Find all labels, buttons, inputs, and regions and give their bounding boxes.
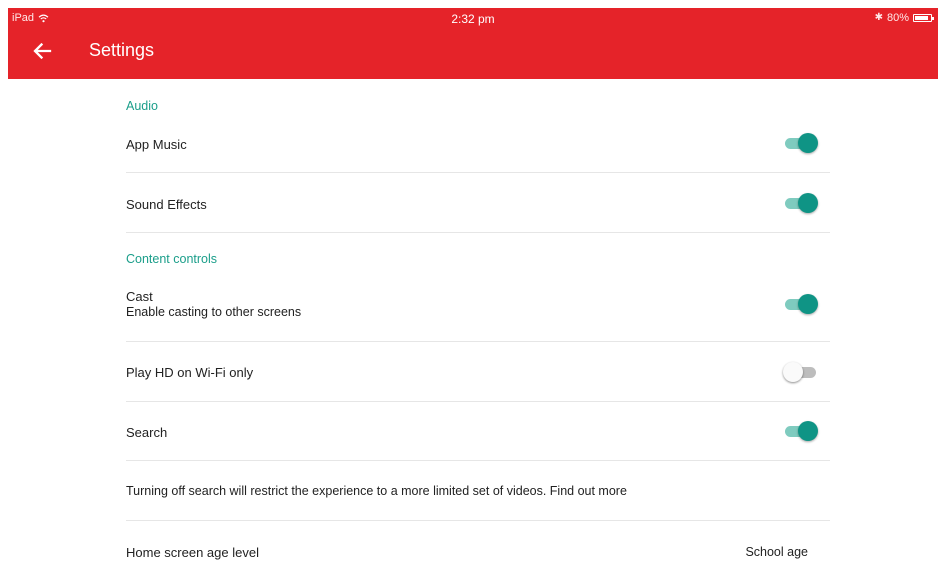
search-label: Search	[126, 425, 168, 440]
bluetooth-icon: ✱	[874, 12, 883, 23]
play-hd-toggle[interactable]	[783, 362, 818, 382]
sound-effects-toggle[interactable]	[784, 193, 818, 213]
battery-icon	[913, 14, 934, 22]
search-info-row: Turning off search will restrict the exp…	[126, 461, 830, 521]
setting-row-app-music[interactable]: App Music	[126, 113, 830, 173]
section-header-audio: Audio	[126, 99, 158, 113]
app-music-label: App Music	[126, 137, 187, 152]
battery-percent: 80%	[886, 12, 909, 24]
app-bar: iPad 2:32 pm ✱ 80% Settings	[8, 8, 938, 79]
section-header-content-controls: Content controls	[126, 252, 218, 266]
back-arrow-icon[interactable]	[30, 39, 54, 63]
toggle-thumb	[798, 133, 818, 153]
cast-label: Cast	[126, 289, 153, 304]
age-level-value[interactable]: School age	[745, 545, 808, 559]
status-right: ✱ 80%	[874, 12, 934, 24]
sound-effects-label: Sound Effects	[126, 197, 207, 212]
age-level-label: Home screen age level	[126, 545, 259, 560]
cast-toggle[interactable]	[784, 294, 818, 314]
cast-subtitle: Enable casting to other screens	[126, 305, 302, 319]
play-hd-label: Play HD on Wi-Fi only	[126, 365, 254, 380]
toggle-thumb	[783, 362, 803, 382]
setting-row-sound-effects[interactable]: Sound Effects	[126, 173, 830, 233]
toggle-thumb	[798, 193, 818, 213]
setting-row-search[interactable]: Search	[126, 402, 830, 461]
toggle-thumb	[798, 421, 818, 441]
app-music-toggle[interactable]	[784, 133, 818, 153]
setting-row-cast[interactable]: Cast Enable casting to other screens	[126, 279, 830, 342]
status-time: 2:32 pm	[451, 12, 495, 26]
search-info-text[interactable]: Turning off search will restrict the exp…	[126, 484, 627, 498]
setting-row-play-hd[interactable]: Play HD on Wi-Fi only	[126, 342, 830, 402]
page-title: Settings	[89, 40, 155, 60]
settings-screen: iPad 2:32 pm ✱ 80% Settings Audio App Mu…	[0, 0, 939, 579]
status-bar: iPad 2:32 pm ✱ 80%	[8, 8, 938, 30]
toggle-thumb	[798, 294, 818, 314]
setting-row-age-level[interactable]: Home screen age level School age	[126, 521, 830, 579]
search-toggle[interactable]	[784, 421, 818, 441]
